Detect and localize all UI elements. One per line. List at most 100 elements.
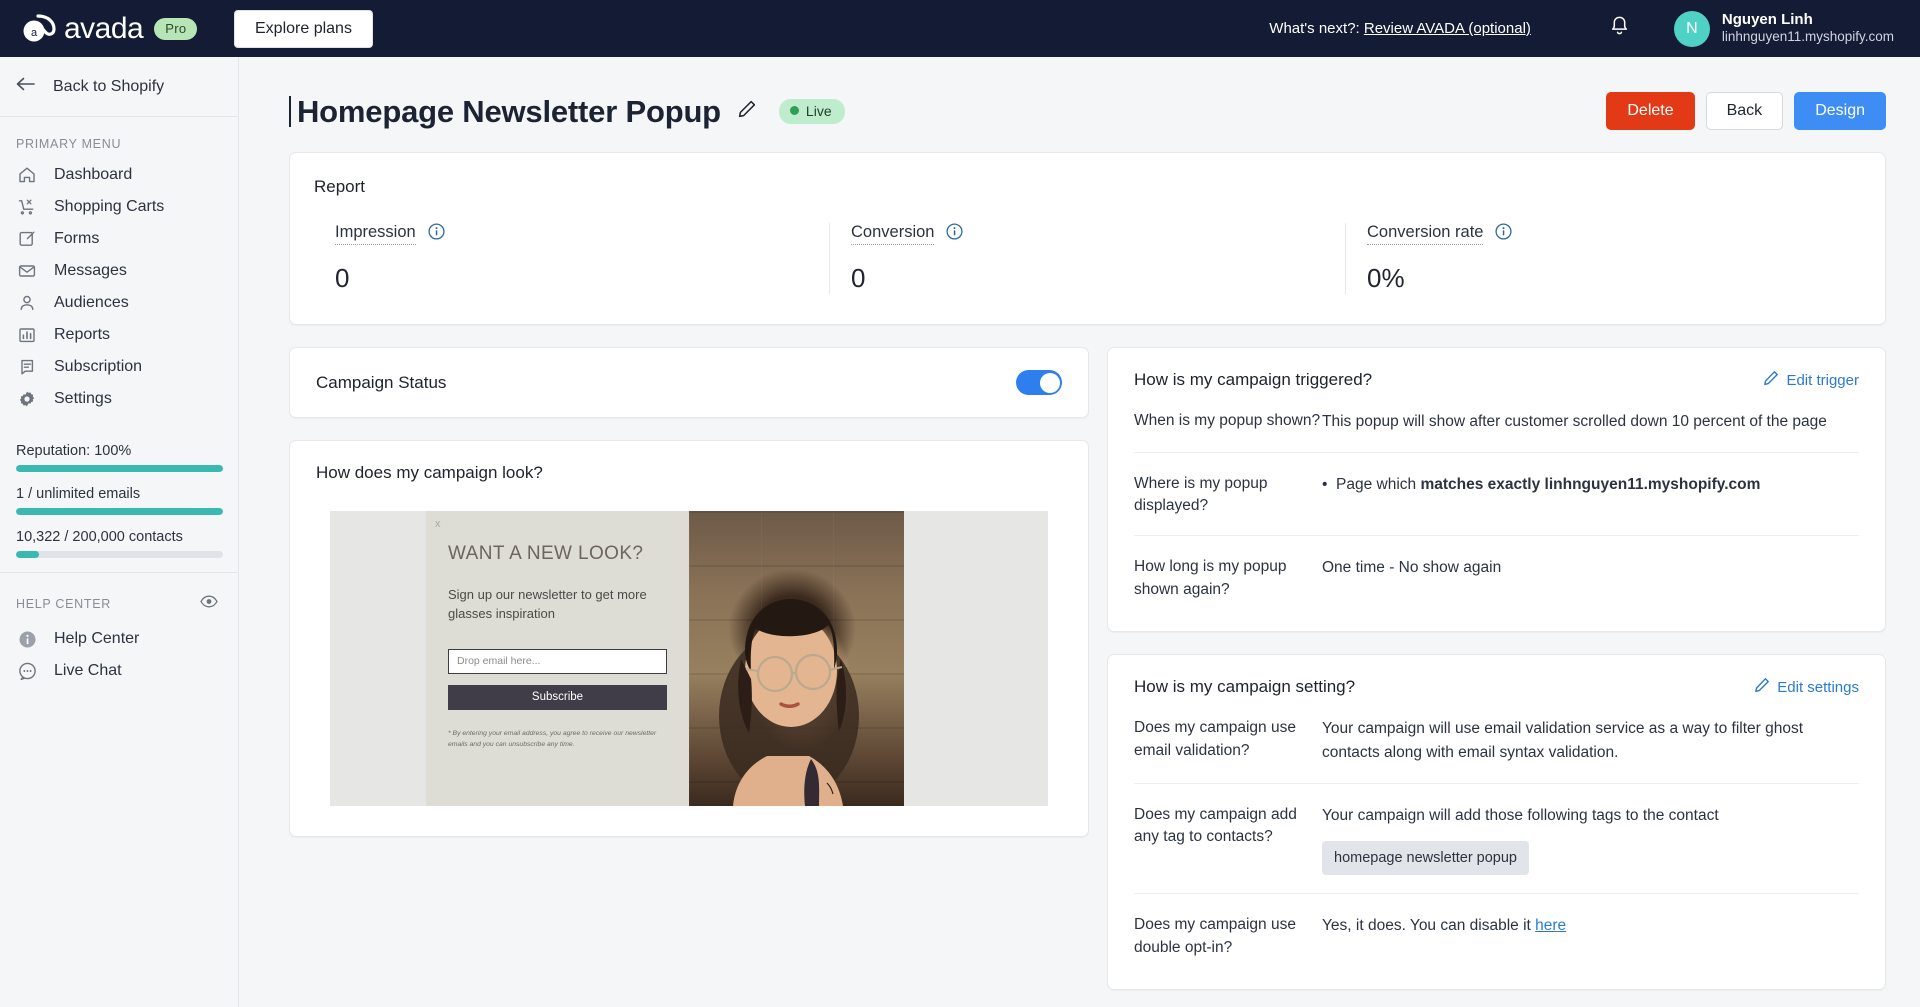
arrow-left-icon [16, 77, 35, 96]
qa-question: Does my campaign add any tag to contacts… [1134, 805, 1297, 845]
stat-label: Conversion rate [1367, 223, 1484, 245]
brand-logo[interactable]: a avada Pro [0, 0, 216, 57]
page-title[interactable]: Homepage Newsletter Popup [289, 95, 721, 127]
popup-form-panel: x WANT A NEW LOOK? Sign up our newslette… [426, 511, 689, 806]
stat-label: Conversion [851, 223, 935, 245]
sidebar-item-live-chat[interactable]: Live Chat [0, 655, 238, 687]
sidebar-item-forms[interactable]: Forms [0, 223, 238, 255]
setting-panel: How is my campaign setting? Edit setting… [1107, 654, 1886, 991]
sidebar-item-audiences[interactable]: Audiences [0, 287, 238, 319]
back-to-shopify-label: Back to Shopify [53, 77, 165, 95]
help-center-label: HELP CENTER [16, 597, 111, 611]
user-name: Nguyen Linh [1721, 10, 1813, 28]
trigger-panel-header: How is my campaign triggered? Edit trigg… [1134, 370, 1859, 390]
sidebar-item-label: Messages [54, 262, 127, 279]
qa-answer: • Page which matches exactly linhnguyen1… [1322, 473, 1859, 518]
edit-settings-button[interactable]: Edit settings [1754, 677, 1859, 697]
top-bar-right: What's next?: Review AVADA (optional) N … [1269, 10, 1920, 47]
info-circle-icon[interactable] [428, 223, 445, 245]
sidebar-item-dashboard[interactable]: Dashboard [0, 159, 238, 191]
explore-plans-button[interactable]: Explore plans [234, 9, 373, 48]
setting-row-email-validation: Does my campaign use email validation? Y… [1134, 697, 1859, 784]
campaign-status-label: Campaign Status [316, 372, 447, 392]
status-dot-icon [789, 106, 799, 115]
qa-answer-prefix: Page which [1336, 475, 1421, 493]
disable-double-optin-link[interactable]: here [1535, 917, 1566, 934]
reputation-meter: Reputation: 100% [16, 443, 223, 472]
meter-fill [16, 465, 223, 472]
pencil-icon[interactable] [737, 99, 757, 124]
sidebar-item-label: Dashboard [54, 166, 133, 183]
popup-heading: WANT A NEW LOOK? [448, 543, 644, 564]
setting-panel-header: How is my campaign setting? Edit setting… [1134, 677, 1859, 697]
sidebar-item-label: Live Chat [54, 662, 122, 679]
popup-preview: x WANT A NEW LOOK? Sign up our newslette… [330, 511, 1048, 806]
woman-with-glasses-photo [689, 511, 904, 806]
meter-fill [16, 508, 223, 515]
close-icon[interactable]: x [435, 518, 441, 530]
meter-track [16, 508, 223, 515]
qa-question: How long is my popup shown again? [1134, 558, 1287, 598]
sidebar-item-help-center[interactable]: Help Center [0, 623, 238, 655]
qa-answer: This popup will show after customer scro… [1322, 413, 1827, 430]
sidebar-item-shopping-carts[interactable]: Shopping Carts [0, 191, 238, 223]
sidebar-item-settings[interactable]: Settings [0, 383, 238, 415]
edit-trigger-button[interactable]: Edit trigger [1763, 370, 1859, 390]
qa-answer-wrap: Yes, it does. You can disable it here [1322, 914, 1859, 959]
pencil-icon [1754, 677, 1770, 697]
info-circle-icon [16, 630, 38, 649]
sidebar-item-label: Forms [54, 230, 100, 247]
setting-row-tags: Does my campaign add any tag to contacts… [1134, 784, 1859, 895]
usage-meters: Reputation: 100% 1 / unlimited emails 10… [0, 429, 238, 573]
trigger-panel-title: How is my campaign triggered? [1134, 370, 1373, 389]
stat-value: 0 [851, 263, 866, 293]
delete-button[interactable]: Delete [1606, 92, 1695, 130]
bell-icon[interactable] [1609, 15, 1630, 42]
sidebar-item-label: Settings [54, 390, 112, 407]
qa-question: When is my popup shown? [1134, 412, 1321, 429]
trigger-row-howlong: How long is my popup shown again? One ti… [1134, 536, 1859, 607]
abandoned-cart-icon [16, 198, 38, 216]
back-to-shopify-button[interactable]: Back to Shopify [0, 57, 238, 117]
home-icon [16, 166, 38, 184]
sidebar-item-label: Subscription [54, 358, 143, 375]
receipt-icon [16, 358, 38, 376]
report-title: Report [314, 177, 366, 196]
user-menu[interactable]: N Nguyen Linh linhnguyen11.myshopify.com [1673, 10, 1894, 47]
eye-icon[interactable] [200, 595, 218, 613]
sidebar-item-label: Reports [54, 326, 111, 343]
meter-label: Reputation: 100% [16, 443, 132, 459]
status-badge: Live [778, 98, 845, 124]
stat-impression: Impression 0 [314, 223, 829, 294]
review-avada-link[interactable]: Review AVADA (optional) [1364, 20, 1531, 37]
plan-chip: Pro [154, 17, 198, 40]
content-columns: Campaign Status How does my campaign loo… [239, 347, 1920, 991]
popup-preview-right-pad [904, 511, 1048, 806]
info-circle-icon[interactable] [946, 223, 964, 245]
campaign-status-toggle[interactable] [1016, 370, 1062, 395]
avatar: N [1673, 10, 1710, 47]
help-center-header: HELP CENTER [0, 573, 238, 623]
sidebar-item-reports[interactable]: Reports [0, 319, 238, 351]
trigger-row-where: Where is my popup displayed? • Page whic… [1134, 453, 1859, 537]
qa-answer: Yes, it does. You can disable it [1322, 917, 1536, 935]
stat-value: 0 [335, 263, 350, 293]
sidebar-item-messages[interactable]: Messages [0, 255, 238, 287]
qa-answer: One time - No show again [1322, 559, 1502, 577]
primary-menu-label: PRIMARY MENU [16, 137, 122, 151]
campaign-look-title: How does my campaign look? [316, 463, 543, 482]
edit-settings-label: Edit settings [1777, 678, 1859, 696]
sidebar-item-subscription[interactable]: Subscription [0, 351, 238, 383]
popup-email-input[interactable]: Drop email here... [448, 648, 667, 674]
main-content: Homepage Newsletter Popup Live Delete Ba… [239, 57, 1920, 1007]
back-button[interactable]: Back [1705, 92, 1784, 130]
stat-value: 0% [1367, 263, 1405, 293]
popup-subscribe-button[interactable]: Subscribe [448, 684, 667, 710]
info-circle-icon[interactable] [1495, 223, 1513, 245]
setting-row-double-optin: Does my campaign use double opt-in? Yes,… [1134, 894, 1859, 965]
left-column: Campaign Status How does my campaign loo… [289, 347, 1089, 990]
status-badge-label: Live [805, 102, 832, 119]
design-button[interactable]: Design [1794, 92, 1886, 130]
report-stats: Impression 0 Conversion 0 Conversion rat… [314, 223, 1861, 294]
sidebar-item-label: Audiences [54, 294, 129, 311]
